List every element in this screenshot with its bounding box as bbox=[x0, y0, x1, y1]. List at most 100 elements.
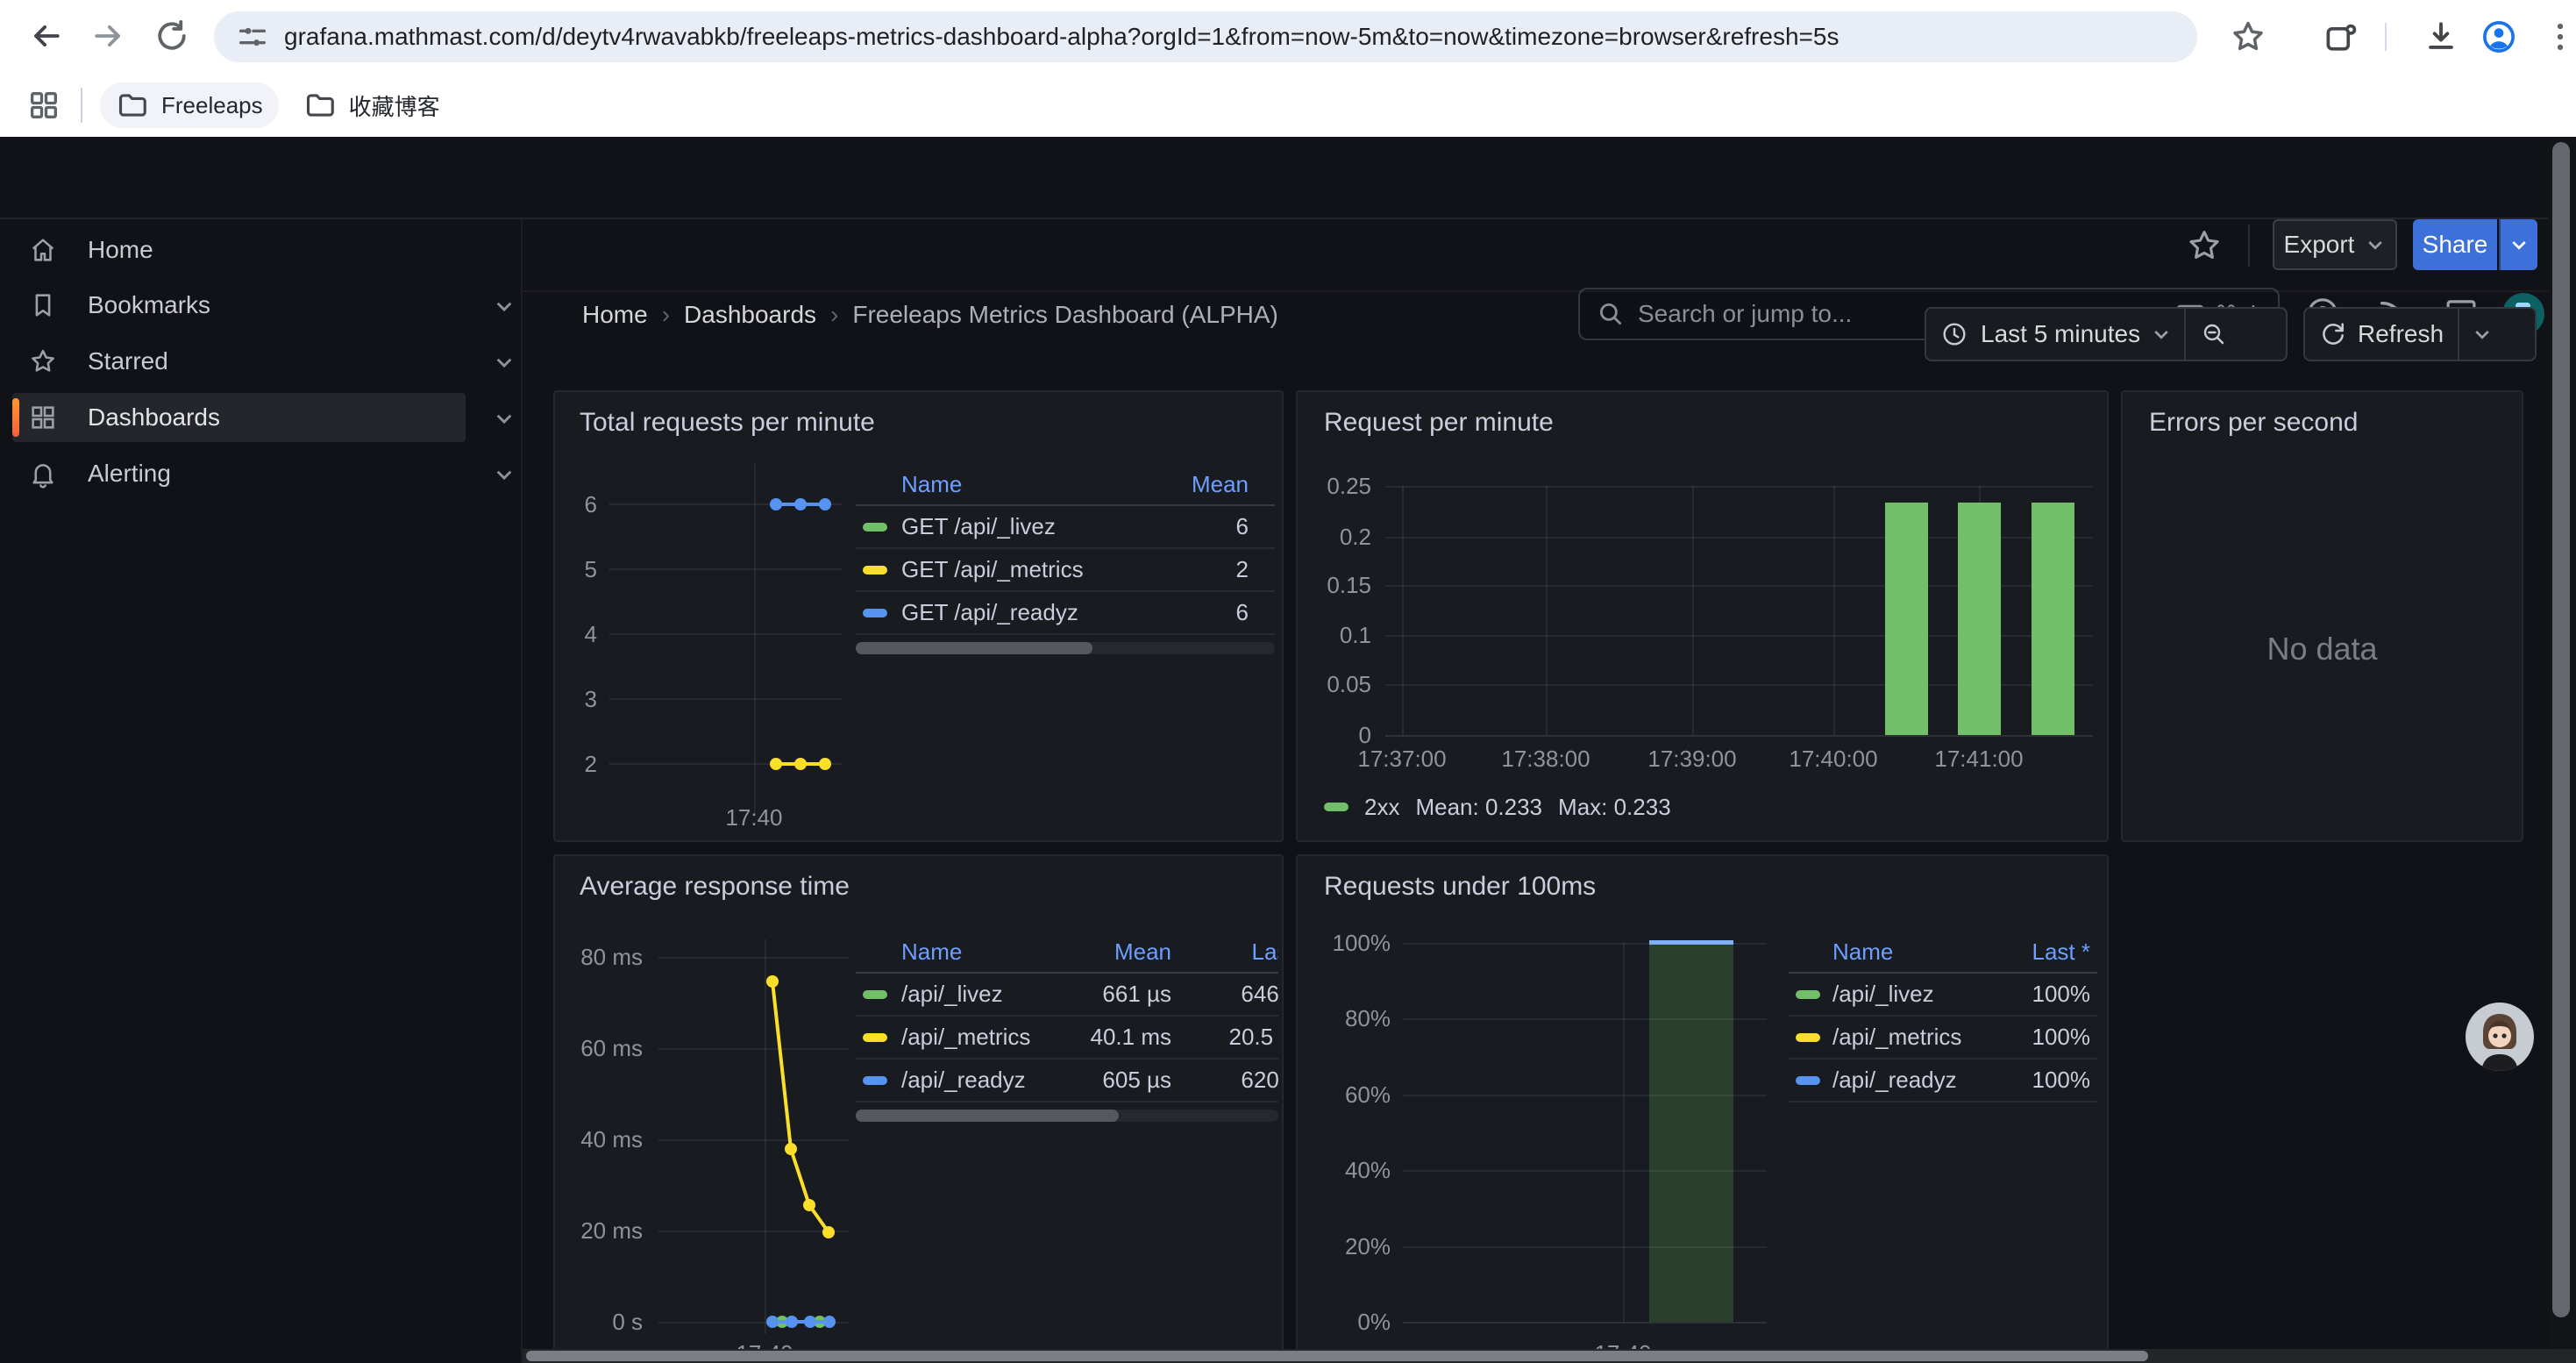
browser-forward-icon[interactable] bbox=[89, 17, 128, 55]
legend-row[interactable]: /api/_readyz 605 µs 620 µs bbox=[856, 1060, 1278, 1103]
legend-row[interactable]: /api/_livez 661 µs 646 µs bbox=[856, 974, 1278, 1017]
download-icon[interactable] bbox=[2422, 18, 2460, 56]
address-bar[interactable]: grafana.mathmast.com/d/deytv4rwavabkb/fr… bbox=[214, 11, 2197, 62]
sidebar-item-alerting[interactable]: Alerting bbox=[12, 449, 466, 498]
breadcrumb-dashboards[interactable]: Dashboards bbox=[684, 301, 816, 329]
legend-series-name[interactable]: /api/_metrics bbox=[901, 1017, 1030, 1058]
legend-max: Max: 0.233 bbox=[1558, 794, 1671, 821]
star-icon bbox=[28, 346, 58, 376]
y-tick: 0.25 bbox=[1298, 473, 1371, 500]
breadcrumb: Home › Dashboards › Freeleaps Metrics Da… bbox=[582, 274, 1278, 356]
bar-2xx[interactable] bbox=[1885, 503, 1928, 735]
breadcrumb-home[interactable]: Home bbox=[582, 301, 648, 329]
legend-series-name[interactable]: 2xx bbox=[1364, 794, 1399, 821]
y-tick: 0 s bbox=[555, 1309, 643, 1336]
share-dropdown-button[interactable] bbox=[2499, 219, 2537, 270]
legend-inline[interactable]: 2xx Mean: 0.233 Max: 0.233 bbox=[1324, 794, 1671, 820]
legend-series-name[interactable]: /api/_livez bbox=[901, 974, 1003, 1015]
sidebar-item-starred[interactable]: Starred bbox=[12, 337, 466, 386]
chevron-down-icon bbox=[2365, 234, 2386, 255]
bookmark-folder-blogs[interactable]: 收藏博客 bbox=[288, 82, 456, 128]
y-tick: 40 ms bbox=[555, 1126, 643, 1153]
x-tick: 17:38:00 bbox=[1476, 746, 1616, 773]
dashboards-grid-icon bbox=[28, 403, 58, 432]
chevron-down-icon[interactable] bbox=[2472, 324, 2493, 345]
browser-profile-icon[interactable] bbox=[2480, 18, 2518, 56]
legend-col-mean[interactable]: Mean bbox=[1192, 471, 1249, 498]
bar-2xx[interactable] bbox=[1958, 503, 2001, 735]
panel-title[interactable]: Errors per second bbox=[2149, 408, 2358, 438]
panel-title[interactable]: Average response time bbox=[580, 872, 850, 902]
legend-series-name[interactable]: /api/_readyz bbox=[901, 1060, 1026, 1101]
site-settings-icon[interactable] bbox=[235, 19, 270, 54]
bookmark-label: Freeleaps bbox=[161, 92, 263, 119]
time-range-picker[interactable]: Last 5 minutes bbox=[1925, 307, 2288, 361]
browser-back-icon[interactable] bbox=[26, 17, 65, 55]
search-icon bbox=[1596, 299, 1626, 329]
horizontal-scrollbar-thumb[interactable] bbox=[526, 1351, 2148, 1361]
legend-col-last[interactable]: Last * bbox=[1985, 938, 2090, 966]
vertical-scrollbar-thumb[interactable] bbox=[2552, 142, 2570, 1317]
legend-series-name[interactable]: /api/_metrics bbox=[1832, 1017, 1961, 1058]
url-text[interactable]: grafana.mathmast.com/d/deytv4rwavabkb/fr… bbox=[284, 23, 1839, 51]
bookmark-folder-freeleaps[interactable]: Freeleaps bbox=[100, 82, 279, 128]
sidebar-item-dashboards[interactable]: Dashboards bbox=[12, 393, 466, 442]
legend-row[interactable]: /api/_metrics 40.1 ms 20.5 ms bbox=[856, 1017, 1278, 1060]
legend-header: Name Mean Last * bbox=[856, 935, 1278, 974]
series-color-pill bbox=[863, 609, 887, 617]
panel-title[interactable]: Requests under 100ms bbox=[1324, 872, 1596, 902]
browser-toolbar: grafana.mathmast.com/d/deytv4rwavabkb/fr… bbox=[0, 0, 2576, 137]
browser-menu-icon[interactable] bbox=[2541, 18, 2576, 56]
bar-2xx[interactable] bbox=[2032, 503, 2074, 735]
legend-series-name[interactable]: /api/_livez bbox=[1832, 974, 1934, 1015]
sidebar-item-home[interactable]: Home bbox=[12, 225, 466, 275]
extensions-icon[interactable] bbox=[2322, 18, 2360, 56]
sidebar-item-bookmarks[interactable]: Bookmarks bbox=[12, 281, 466, 330]
legend-series-name[interactable]: GET /api/_metrics bbox=[901, 549, 1084, 590]
active-item-accent bbox=[12, 398, 19, 437]
legend-series-name[interactable]: GET /api/_readyz bbox=[901, 592, 1078, 633]
panel-title[interactable]: Request per minute bbox=[1324, 408, 1554, 438]
y-tick: 100% bbox=[1298, 930, 1391, 957]
legend-row[interactable]: /api/_readyz 100% bbox=[1789, 1060, 2097, 1103]
legend-series-name[interactable]: /api/_readyz bbox=[1832, 1060, 1957, 1101]
x-tick: 17:37:00 bbox=[1332, 746, 1472, 773]
browser-reload-icon[interactable] bbox=[153, 17, 191, 55]
legend-col-name[interactable]: Name bbox=[901, 938, 962, 966]
y-tick: 3 bbox=[562, 686, 597, 713]
chevron-down-icon[interactable] bbox=[493, 351, 516, 374]
chevron-down-icon[interactable] bbox=[493, 463, 516, 486]
legend-col-name[interactable]: Name bbox=[901, 471, 962, 498]
legend-scrollbar[interactable] bbox=[856, 1110, 1278, 1122]
y-tick: 40% bbox=[1298, 1157, 1391, 1184]
breadcrumb-separator: › bbox=[816, 301, 852, 329]
legend-col-last[interactable]: Last * bbox=[1205, 938, 1278, 966]
legend-series-name[interactable]: GET /api/_livez bbox=[901, 506, 1056, 547]
legend-row[interactable]: /api/_metrics 100% bbox=[1789, 1017, 2097, 1060]
export-button[interactable]: Export bbox=[2273, 219, 2397, 270]
bar-under-100ms[interactable] bbox=[1649, 943, 1733, 1322]
favorite-star-icon[interactable] bbox=[2185, 226, 2224, 265]
legend-row[interactable]: GET /api/_readyz 6 bbox=[856, 592, 1275, 635]
zoom-out-icon[interactable] bbox=[2200, 320, 2228, 348]
panel-title[interactable]: Total requests per minute bbox=[580, 408, 875, 438]
folder-icon bbox=[303, 89, 337, 122]
legend-col-name[interactable]: Name bbox=[1832, 938, 1893, 966]
y-tick: 6 bbox=[562, 491, 597, 518]
y-tick: 60 ms bbox=[555, 1035, 643, 1062]
y-tick: 60% bbox=[1298, 1081, 1391, 1109]
legend-row[interactable]: GET /api/_metrics 2 bbox=[856, 549, 1275, 592]
legend-col-mean[interactable]: Mean bbox=[1066, 938, 1171, 966]
toolbar-divider bbox=[2385, 23, 2387, 51]
apps-grid-icon[interactable] bbox=[26, 88, 61, 123]
chevron-down-icon[interactable] bbox=[493, 295, 516, 318]
bookmark-star-icon[interactable] bbox=[2229, 18, 2267, 56]
share-button[interactable]: Share bbox=[2413, 219, 2497, 270]
legend-mean-value: 2 bbox=[1143, 549, 1249, 590]
refresh-button[interactable]: Refresh bbox=[2303, 307, 2537, 361]
legend-row[interactable]: /api/_livez 100% bbox=[1789, 974, 2097, 1017]
assistant-avatar[interactable] bbox=[2466, 1003, 2534, 1071]
legend-row[interactable]: GET /api/_livez 6 bbox=[856, 506, 1275, 549]
chevron-down-icon[interactable] bbox=[493, 407, 516, 430]
legend-scrollbar[interactable] bbox=[856, 642, 1275, 654]
